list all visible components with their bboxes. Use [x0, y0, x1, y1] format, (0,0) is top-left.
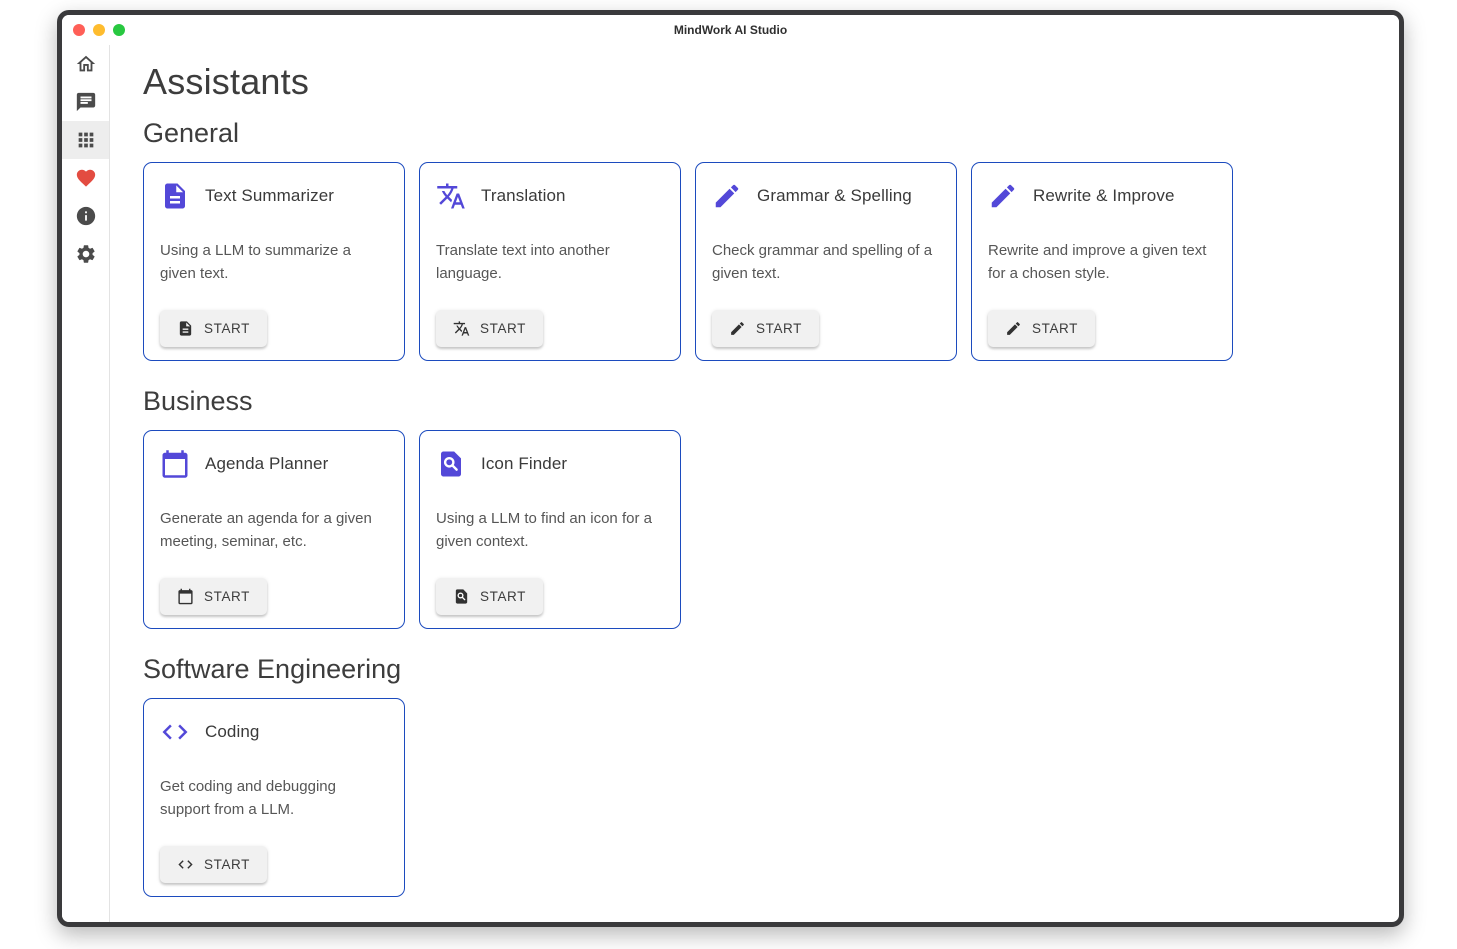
card-header: Coding: [160, 717, 388, 747]
card-title: Coding: [205, 722, 259, 742]
title-bar: MindWork AI Studio: [62, 15, 1399, 45]
start-button-label: START: [204, 857, 250, 872]
start-button[interactable]: START: [436, 578, 543, 615]
icon-search-icon: [436, 449, 466, 479]
card-description: Translate text into another language.: [436, 240, 664, 285]
zoom-button[interactable]: [113, 24, 125, 36]
start-button[interactable]: START: [988, 310, 1095, 347]
sidebar-item-about[interactable]: [62, 197, 109, 235]
gear-icon: [75, 243, 97, 265]
card-header: Translation: [436, 181, 664, 211]
card-description: Using a LLM to summarize a given text.: [160, 240, 388, 285]
translate-icon: [453, 320, 470, 337]
card-header: Agenda Planner: [160, 449, 388, 479]
card-description: Generate an agenda for a given meeting, …: [160, 508, 388, 553]
section-title: Business: [143, 386, 1379, 417]
icon-search-icon: [453, 588, 470, 605]
start-button-label: START: [204, 589, 250, 604]
assistant-card-text-summarizer: Text Summarizer Using a LLM to summarize …: [143, 162, 405, 361]
card-header: Icon Finder: [436, 449, 664, 479]
assistant-card-coding: Coding Get coding and debugging support f…: [143, 698, 405, 897]
card-title: Translation: [481, 186, 566, 206]
code-icon: [160, 717, 190, 747]
page-title: Assistants: [143, 61, 1379, 103]
card-header: Text Summarizer: [160, 181, 388, 211]
start-button[interactable]: START: [160, 846, 267, 883]
window-body: Assistants General Text Summarizer Using a…: [62, 45, 1399, 922]
card-header: Rewrite & Improve: [988, 181, 1216, 211]
card-description: Get coding and debugging support from a …: [160, 776, 388, 821]
code-icon: [177, 856, 194, 873]
heart-icon: [75, 167, 97, 189]
section-title: Software Engineering: [143, 654, 1379, 685]
start-button-label: START: [756, 321, 802, 336]
home-icon: [75, 53, 97, 75]
window-title: MindWork AI Studio: [674, 23, 787, 37]
start-button-label: START: [480, 589, 526, 604]
app-window: MindWork AI Studio Assistants General Tex…: [57, 10, 1404, 927]
sidebar-item-assistants[interactable]: [62, 121, 109, 159]
apps-grid-icon: [75, 129, 97, 151]
pencil-icon: [729, 320, 746, 337]
card-grid: Agenda Planner Generate an agenda for a g…: [143, 430, 1379, 629]
card-title: Rewrite & Improve: [1033, 186, 1175, 206]
section-title: General: [143, 118, 1379, 149]
start-button[interactable]: START: [160, 578, 267, 615]
calendar-icon: [177, 588, 194, 605]
chat-icon: [75, 91, 97, 113]
assistant-card-translation: Translation Translate text into another l…: [419, 162, 681, 361]
card-description: Rewrite and improve a given text for a c…: [988, 240, 1216, 285]
card-description: Using a LLM to find an icon for a given …: [436, 508, 664, 553]
start-button[interactable]: START: [436, 310, 543, 347]
document-icon: [160, 181, 190, 211]
card-grid: Coding Get coding and debugging support f…: [143, 698, 1379, 897]
sidebar-item-settings[interactable]: [62, 235, 109, 273]
sidebar-item-chat[interactable]: [62, 83, 109, 121]
pencil-icon: [988, 181, 1018, 211]
pencil-icon: [712, 181, 742, 211]
assistant-card-agenda-planner: Agenda Planner Generate an agenda for a g…: [143, 430, 405, 629]
start-button-label: START: [204, 321, 250, 336]
start-button[interactable]: START: [160, 310, 267, 347]
minimize-button[interactable]: [93, 24, 105, 36]
main-content: Assistants General Text Summarizer Using a…: [110, 45, 1399, 922]
traffic-lights: [73, 24, 125, 36]
pencil-icon: [1005, 320, 1022, 337]
translate-icon: [436, 181, 466, 211]
close-button[interactable]: [73, 24, 85, 36]
document-icon: [177, 320, 194, 337]
start-button[interactable]: START: [712, 310, 819, 347]
card-grid: Text Summarizer Using a LLM to summarize …: [143, 162, 1379, 361]
assistant-card-grammar-spelling: Grammar & Spelling Check grammar and spel…: [695, 162, 957, 361]
card-header: Grammar & Spelling: [712, 181, 940, 211]
start-button-label: START: [480, 321, 526, 336]
card-title: Grammar & Spelling: [757, 186, 912, 206]
section-general: General Text Summarizer Using a LLM to sum…: [143, 118, 1379, 361]
calendar-icon: [160, 449, 190, 479]
section-business: Business Agenda Planner Generate an agenda…: [143, 386, 1379, 629]
card-description: Check grammar and spelling of a given te…: [712, 240, 940, 285]
section-software-engineering: Software Engineering Coding Get coding and…: [143, 654, 1379, 897]
assistant-card-icon-finder: Icon Finder Using a LLM to find an icon f…: [419, 430, 681, 629]
card-title: Icon Finder: [481, 454, 567, 474]
assistant-card-rewrite-improve: Rewrite & Improve Rewrite and improve a g…: [971, 162, 1233, 361]
start-button-label: START: [1032, 321, 1078, 336]
card-title: Agenda Planner: [205, 454, 328, 474]
sections-container: General Text Summarizer Using a LLM to sum…: [143, 118, 1379, 897]
sidebar: [62, 45, 110, 922]
info-icon: [75, 205, 97, 227]
sidebar-item-home[interactable]: [62, 45, 109, 83]
sidebar-item-favorites[interactable]: [62, 159, 109, 197]
card-title: Text Summarizer: [205, 186, 334, 206]
